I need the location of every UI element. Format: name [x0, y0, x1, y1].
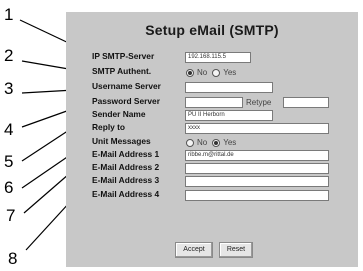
email-address-1-input[interactable]: ribbe.m@rittal.de [185, 150, 329, 161]
label-sender-name: Sender Name [92, 109, 146, 119]
unit-messages-yes-radio[interactable] [212, 138, 221, 147]
username-server-input[interactable] [185, 82, 273, 93]
label-email-address-1: E-Mail Address 1 [92, 149, 160, 159]
reply-to-input[interactable]: xxxx [185, 123, 329, 134]
callout-number-8: 8 [8, 249, 18, 268]
callout-number-4: 4 [4, 120, 14, 139]
label-password-server: Password Server [92, 96, 160, 106]
sender-name-input[interactable]: PU II Herborn [185, 110, 273, 121]
email-address-2-input[interactable] [185, 163, 329, 174]
smtp-authent-yes-radio[interactable] [212, 68, 221, 77]
unit-messages-radio-group: No Yes [186, 137, 241, 148]
callout-number-3: 3 [4, 79, 14, 98]
label-unit-messages: Unit Messages [92, 136, 151, 146]
panel-title: Setup eMail (SMTP) [145, 22, 279, 38]
email-address-4-input[interactable] [185, 190, 329, 201]
retype-label: Retype [246, 98, 272, 107]
ip-smtp-server-input[interactable]: 192.168.115.5 [185, 52, 251, 63]
callout-number-1: 1 [4, 5, 14, 24]
smtp-authent-no-radio[interactable] [186, 68, 194, 77]
smtp-authent-yes-label: Yes [223, 68, 237, 77]
label-smtp-authent: SMTP Authent. [92, 66, 152, 76]
accept-button[interactable]: Accept [175, 242, 213, 258]
smtp-authent-radio-group: No Yes [186, 67, 241, 78]
callout-number-7: 7 [6, 206, 16, 225]
smtp-authent-no-label: No [197, 68, 208, 77]
password-server-input[interactable] [185, 97, 243, 108]
callout-number-5: 5 [4, 152, 14, 171]
label-ip-smtp-server: IP SMTP-Server [92, 51, 155, 61]
unit-messages-no-label: No [197, 138, 208, 147]
label-email-address-2: E-Mail Address 2 [92, 162, 160, 172]
callout-number-2: 2 [4, 46, 14, 65]
callout-number-6: 6 [4, 178, 14, 197]
retype-password-input[interactable] [283, 97, 329, 108]
unit-messages-no-radio[interactable] [186, 138, 194, 147]
label-username-server: Username Server [92, 81, 161, 91]
label-email-address-4: E-Mail Address 4 [92, 189, 160, 199]
label-email-address-3: E-Mail Address 3 [92, 175, 160, 185]
label-reply-to: Reply to [92, 122, 126, 132]
email-address-3-input[interactable] [185, 176, 329, 187]
reset-button[interactable]: Reset [219, 242, 253, 258]
unit-messages-yes-label: Yes [223, 138, 237, 147]
